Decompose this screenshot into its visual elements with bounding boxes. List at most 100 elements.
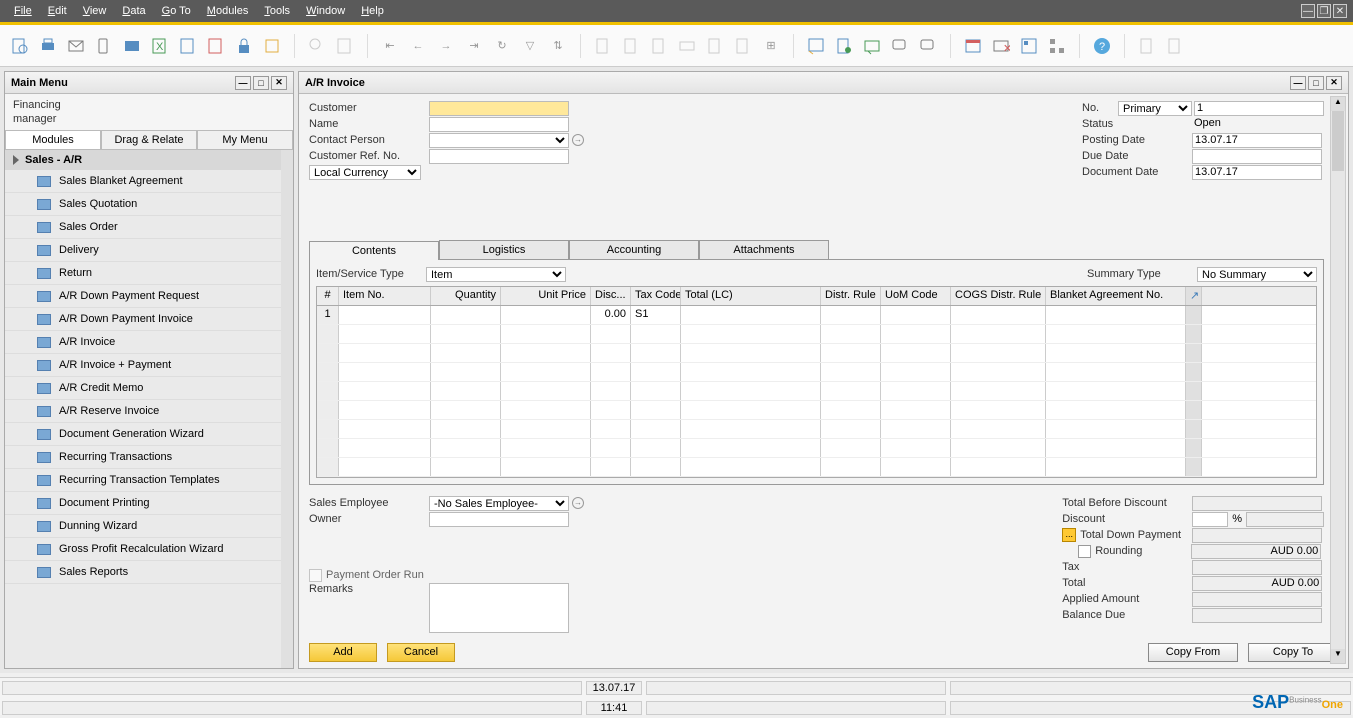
- payment-order-checkbox[interactable]: [309, 569, 322, 582]
- journal-icon[interactable]: [649, 36, 669, 56]
- preview-icon[interactable]: [10, 36, 30, 56]
- app-restore-icon[interactable]: ❐: [1317, 4, 1331, 18]
- rounding-checkbox[interactable]: [1078, 545, 1091, 558]
- sort-icon[interactable]: ⇅: [548, 36, 568, 56]
- sidebar-item[interactable]: A/R Invoice: [5, 331, 281, 354]
- email-icon[interactable]: [66, 36, 86, 56]
- sidebar-item[interactable]: Document Printing: [5, 492, 281, 515]
- find-icon[interactable]: [307, 36, 327, 56]
- remarks-field[interactable]: [429, 583, 569, 633]
- sidebar-item[interactable]: Sales Reports: [5, 561, 281, 584]
- next-icon[interactable]: →: [436, 36, 456, 56]
- sms-icon[interactable]: [94, 36, 114, 56]
- cash-flow-icon[interactable]: [1137, 36, 1157, 56]
- sidebar-item[interactable]: A/R Down Payment Request: [5, 285, 281, 308]
- last-icon[interactable]: ⇥: [464, 36, 484, 56]
- app-close-icon[interactable]: ✕: [1333, 4, 1347, 18]
- tab-accounting[interactable]: Accounting: [569, 240, 699, 259]
- menu-help[interactable]: Help: [353, 2, 392, 20]
- inv-close-icon[interactable]: ✕: [1326, 76, 1342, 90]
- sidebar-item[interactable]: A/R Invoice + Payment: [5, 354, 281, 377]
- base-doc-icon[interactable]: [593, 36, 613, 56]
- mm-minimize-icon[interactable]: —: [235, 76, 251, 90]
- payment-icon[interactable]: [677, 36, 697, 56]
- copy-from-button[interactable]: Copy From: [1148, 643, 1238, 662]
- gross-profit-icon[interactable]: [705, 36, 725, 56]
- table-row[interactable]: [317, 344, 1316, 363]
- user-defined-icon[interactable]: [1019, 36, 1039, 56]
- sidebar-item[interactable]: Sales Order: [5, 216, 281, 239]
- app-minimize-icon[interactable]: —: [1301, 4, 1315, 18]
- inv-minimize-icon[interactable]: —: [1290, 76, 1306, 90]
- table-row[interactable]: [317, 401, 1316, 420]
- due-field[interactable]: [1192, 149, 1322, 164]
- grid-expand-icon[interactable]: ↗: [1186, 287, 1202, 305]
- sales-emp-select[interactable]: -No Sales Employee-: [429, 496, 569, 511]
- item-service-select[interactable]: Item: [426, 267, 566, 282]
- discount-pct-field[interactable]: [1192, 512, 1228, 527]
- currency-select[interactable]: Local Currency: [309, 165, 421, 180]
- sidebar-item[interactable]: A/R Credit Memo: [5, 377, 281, 400]
- table-row[interactable]: [317, 382, 1316, 401]
- default-icon[interactable]: ✕: [991, 36, 1011, 56]
- excel-icon[interactable]: X: [150, 36, 170, 56]
- sidebar-item[interactable]: Sales Quotation: [5, 193, 281, 216]
- context-icon[interactable]: [1165, 36, 1185, 56]
- tab-drag-relate[interactable]: Drag & Relate: [101, 130, 197, 149]
- target-doc-icon[interactable]: [621, 36, 641, 56]
- sidebar-item[interactable]: Document Generation Wizard: [5, 423, 281, 446]
- help-icon[interactable]: ?: [1092, 36, 1112, 56]
- add-button[interactable]: Add: [309, 643, 377, 662]
- launch-icon[interactable]: [262, 36, 282, 56]
- scroll-thumb[interactable]: [1332, 111, 1344, 171]
- menu-edit[interactable]: Edit: [40, 2, 75, 20]
- pdf-icon[interactable]: [206, 36, 226, 56]
- no-type-select[interactable]: Primary: [1118, 101, 1192, 116]
- mm-section-sales-ar[interactable]: Sales - A/R: [5, 150, 281, 170]
- refresh-icon[interactable]: ↻: [492, 36, 512, 56]
- fax-icon[interactable]: [122, 36, 142, 56]
- lock-icon[interactable]: [234, 36, 254, 56]
- trans-icon[interactable]: ⊞: [761, 36, 781, 56]
- cancel-button[interactable]: Cancel: [387, 643, 455, 662]
- tab-modules[interactable]: Modules: [5, 130, 101, 149]
- ref-field[interactable]: [429, 149, 569, 164]
- menu-file[interactable]: File: [6, 2, 40, 20]
- customer-field[interactable]: [429, 101, 569, 116]
- items-grid[interactable]: # Item No. Quantity Unit Price Disc... T…: [316, 286, 1317, 478]
- messages-icon[interactable]: [890, 36, 910, 56]
- form-settings-icon[interactable]: [834, 36, 854, 56]
- menu-modules[interactable]: Modules: [199, 2, 257, 20]
- sidebar-item[interactable]: Recurring Transaction Templates: [5, 469, 281, 492]
- table-row[interactable]: [317, 363, 1316, 382]
- table-row[interactable]: [317, 420, 1316, 439]
- sidebar-item[interactable]: Gross Profit Recalculation Wizard: [5, 538, 281, 561]
- volume-icon[interactable]: [733, 36, 753, 56]
- mm-tree[interactable]: Sales - A/R Sales Blanket AgreementSales…: [5, 150, 293, 668]
- no-field[interactable]: [1194, 101, 1324, 116]
- posting-field[interactable]: [1192, 133, 1322, 148]
- prev-icon[interactable]: ←: [408, 36, 428, 56]
- menu-goto[interactable]: Go To: [154, 2, 199, 20]
- scroll-down-icon[interactable]: ▼: [1331, 649, 1345, 663]
- table-row[interactable]: [317, 325, 1316, 344]
- name-field[interactable]: [429, 117, 569, 132]
- table-row[interactable]: [317, 458, 1316, 477]
- owner-field[interactable]: [429, 512, 569, 527]
- sidebar-item[interactable]: Return: [5, 262, 281, 285]
- sidebar-item[interactable]: A/R Reserve Invoice: [5, 400, 281, 423]
- down-payment-button[interactable]: ...: [1062, 528, 1076, 542]
- add-icon[interactable]: [335, 36, 355, 56]
- sidebar-item[interactable]: Recurring Transactions: [5, 446, 281, 469]
- alerts-icon[interactable]: [918, 36, 938, 56]
- scroll-up-icon[interactable]: ▲: [1331, 97, 1345, 111]
- copy-to-button[interactable]: Copy To: [1248, 643, 1338, 662]
- filter-icon[interactable]: ▽: [520, 36, 540, 56]
- sidebar-item[interactable]: Dunning Wizard: [5, 515, 281, 538]
- query-icon[interactable]: [862, 36, 882, 56]
- inv-maximize-icon[interactable]: □: [1308, 76, 1324, 90]
- word-icon[interactable]: [178, 36, 198, 56]
- menu-window[interactable]: Window: [298, 2, 353, 20]
- relationship-icon[interactable]: [1047, 36, 1067, 56]
- mm-maximize-icon[interactable]: □: [253, 76, 269, 90]
